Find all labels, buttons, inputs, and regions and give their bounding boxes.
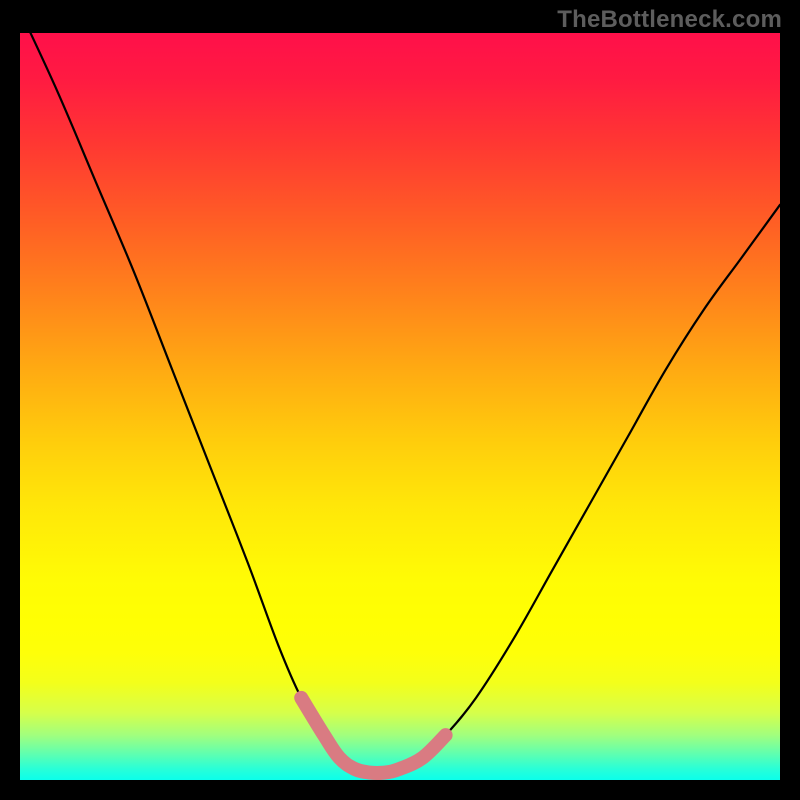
bottom-arc-highlight: [301, 698, 445, 773]
chart-container: TheBottleneck.com: [0, 0, 800, 800]
plot-area: [20, 33, 780, 780]
bottleneck-curve: [20, 11, 780, 773]
curve-svg: [20, 33, 780, 780]
watermark-text: TheBottleneck.com: [557, 6, 782, 34]
